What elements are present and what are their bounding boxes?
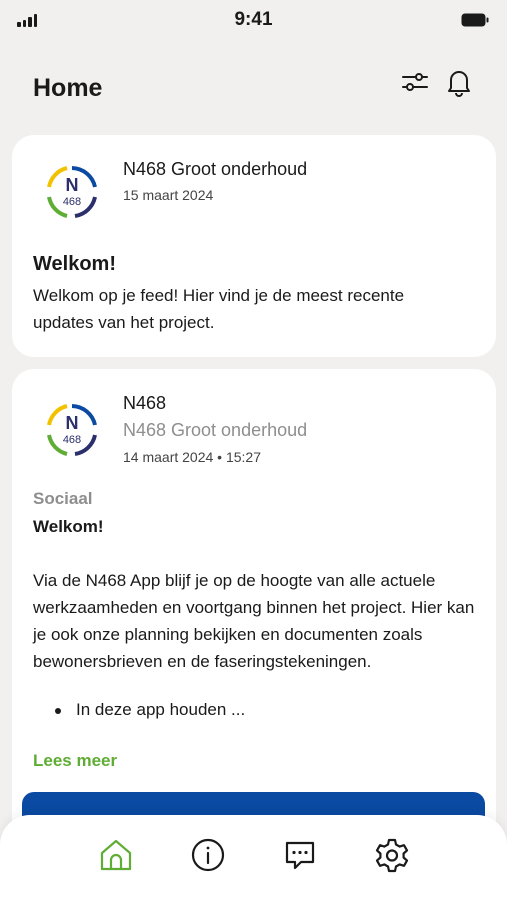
chat-icon[interactable] <box>282 837 318 873</box>
post-title: Welkom! <box>33 253 116 275</box>
post-category: Sociaal <box>33 489 93 508</box>
home-icon[interactable] <box>98 837 134 873</box>
post-bullet-item: In deze app houden ... <box>76 700 246 719</box>
n468-logo: N 468 <box>47 404 97 456</box>
battery-icon <box>461 13 489 27</box>
svg-text:N: N <box>66 175 79 195</box>
post-source: N468 Groot onderhoud <box>123 420 308 440</box>
sliders-icon[interactable] <box>399 66 431 98</box>
feed-card-welcome[interactable]: N 468 N468 Groot onderhoud 15 maart 2024… <box>12 135 496 357</box>
status-time: 9:41 <box>234 9 273 30</box>
status-bar: 9:41 <box>0 0 507 42</box>
post-author: N468 <box>123 393 167 413</box>
bell-icon[interactable] <box>443 66 475 98</box>
info-icon[interactable] <box>190 837 226 873</box>
svg-text:468: 468 <box>63 196 81 208</box>
post-source: N468 Groot onderhoud <box>123 159 308 179</box>
svg-text:N: N <box>66 413 79 433</box>
gear-icon[interactable] <box>374 837 410 873</box>
post-date: 15 maart 2024 <box>123 187 214 203</box>
svg-text:468: 468 <box>63 434 81 446</box>
tab-bar <box>0 815 507 900</box>
page-title: Home <box>33 74 103 102</box>
bullet-dot <box>55 708 61 714</box>
post-body: Via de N468 App blijf je op de hoogte va… <box>33 571 475 671</box>
post-body: Welkom op je feed! Hier vind je de meest… <box>33 286 405 332</box>
post-title: Welkom! <box>33 517 104 536</box>
n468-logo: N 468 <box>47 166 97 218</box>
post-date: 14 maart 2024 • 15:27 <box>123 449 261 465</box>
read-more-link[interactable]: Lees meer <box>33 751 117 771</box>
